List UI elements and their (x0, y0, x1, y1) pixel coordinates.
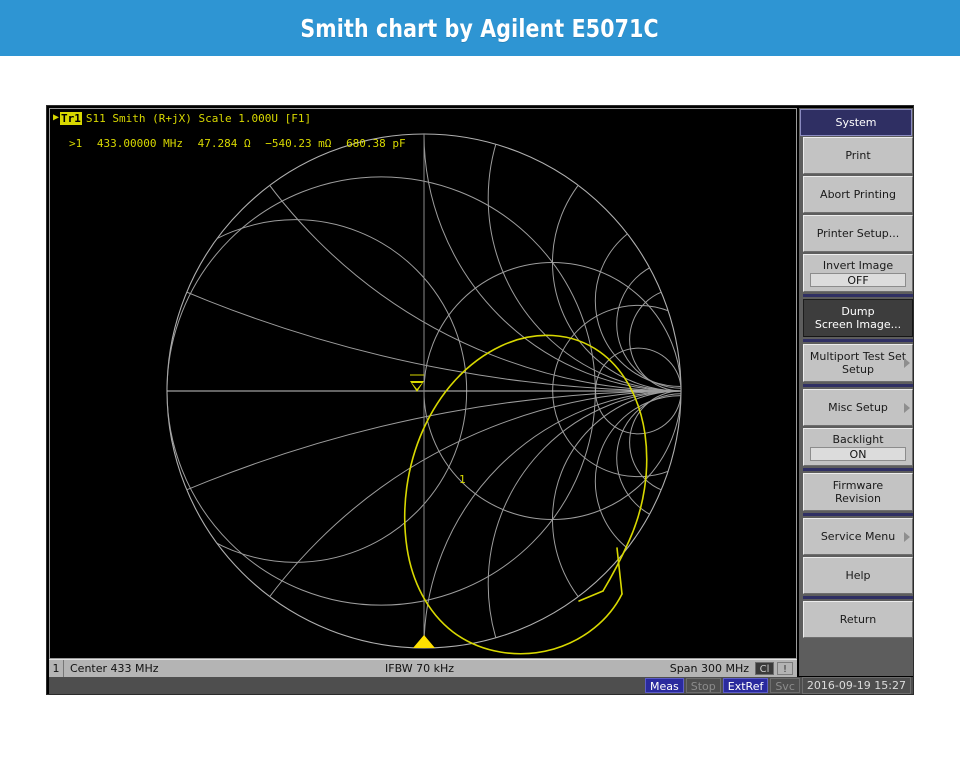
reactance-arc-p0p2 (49, 108, 797, 391)
reactance-arc-n0p5 (167, 391, 797, 659)
channel-ifbw[interactable]: IFBW 70 kHz (385, 662, 454, 675)
reactance-arc-n1 (424, 391, 797, 659)
softkey-label-line2: Setup (839, 363, 877, 376)
warning-flag: ! (777, 662, 793, 675)
softkey-firmware[interactable]: FirmwareRevision (803, 473, 913, 511)
softkey-separator (803, 294, 913, 297)
softkey-menu-title: System (800, 109, 912, 136)
status-extref: ExtRef (723, 678, 769, 693)
softkey-separator (803, 339, 913, 342)
softkey-service-menu[interactable]: Service Menu (803, 518, 913, 555)
softkey-label: Abort Printing (817, 188, 899, 201)
softkey-separator (803, 596, 913, 599)
page-banner: Smith chart by Agilent E5071C (0, 0, 960, 56)
softkey-label: Return (837, 613, 880, 626)
softkey-label: Invert Image (820, 259, 896, 272)
reactance-arc-p0p5 (167, 108, 797, 391)
softkey-label-line2: Screen Image... (812, 318, 904, 331)
channel-center-frequency[interactable]: Center 433 MHz (70, 662, 159, 675)
marker-1[interactable] (410, 375, 424, 392)
marker-readout-label: >1 (69, 137, 82, 150)
softkey-separator (803, 513, 913, 516)
softkey-help[interactable]: Help (803, 557, 913, 594)
softkey-backlight[interactable]: BacklightON (803, 428, 913, 466)
trace-title-line[interactable]: ▶ Tr1 S11 Smith (R+jX) Scale 1.000U [F1] (53, 111, 311, 125)
softkey-value[interactable]: OFF (810, 273, 906, 287)
chevron-right-icon (904, 532, 910, 542)
trace-description: S11 Smith (R+jX) Scale 1.000U [F1] (86, 112, 311, 125)
softkey-return[interactable]: Return (803, 601, 913, 638)
softkey-label: Multiport Test Set (807, 350, 909, 363)
softkey-label: Misc Setup (825, 401, 891, 414)
softkey-panel: System Print Abort Printing Printer Setup.… (799, 108, 913, 676)
correction-flag: Cl (755, 662, 774, 675)
softkey-dump[interactable]: DumpScreen Image... (803, 299, 913, 337)
status-stop[interactable]: Stop (686, 678, 721, 693)
softkey-multiport-test-set[interactable]: Multiport Test SetSetup (803, 344, 913, 382)
softkey-list: Print Abort Printing Printer Setup... Inver… (803, 137, 913, 640)
softkey-separator (803, 384, 913, 387)
softkey-misc-setup[interactable]: Misc Setup (803, 389, 913, 426)
channel-number: 1 (49, 660, 64, 677)
marker-1-label: 1 (459, 473, 466, 486)
trace-badge[interactable]: Tr1 (60, 112, 82, 125)
channel-status-bar: 1 Center 433 MHz IFBW 70 kHz Span 300 MH… (49, 659, 797, 677)
system-clock[interactable]: 2016-09-19 15:27 (802, 677, 911, 694)
stimulus-marker-triangle (413, 635, 435, 648)
marker-readout-reactance: −540.23 mΩ (265, 137, 331, 150)
system-status-bar: Meas Stop ExtRef Svc 2016-09-19 15:27 (49, 677, 913, 694)
softkey-label: Firmware (830, 479, 886, 492)
marker-readout-resistance: 47.284 Ω (198, 137, 251, 150)
vna-screen: 1 ▶ Tr1 S11 Smith (R+jX) Scale 1.000U [F… (46, 105, 914, 695)
reactance-arc-n4 (617, 394, 746, 523)
softkey-label: Dump (838, 305, 877, 318)
chevron-right-icon (904, 358, 910, 368)
softkey-label: Service Menu (818, 530, 898, 543)
softkey-label-line2: Revision (832, 492, 884, 505)
status-svc: Svc (770, 678, 800, 693)
s11-trace-end-b (579, 591, 603, 601)
softkey-print[interactable]: Print (803, 137, 913, 174)
channel-span[interactable]: Span 300 MHz (670, 662, 749, 675)
softkey-label: Print (842, 149, 873, 162)
active-trace-arrow-icon: ▶ (53, 113, 59, 123)
graph-area[interactable]: 1 ▶ Tr1 S11 Smith (R+jX) Scale 1.000U [F… (49, 108, 797, 659)
status-meas[interactable]: Meas (645, 678, 684, 693)
softkey-label: Help (842, 569, 873, 582)
softkey-printer-setup[interactable]: Printer Setup... (803, 215, 913, 252)
softkey-abort-printing[interactable]: Abort Printing (803, 176, 913, 213)
s11-trace (405, 335, 647, 653)
chevron-right-icon (904, 403, 910, 413)
marker-readout-capacitance: 680.38 pF (346, 137, 406, 150)
softkey-label: Printer Setup... (814, 227, 903, 240)
page-title: Smith chart by Agilent E5071C (301, 14, 659, 43)
reactance-arc-p4 (617, 260, 746, 389)
smith-chart-plot (49, 108, 797, 659)
softkey-invert-image[interactable]: Invert ImageOFF (803, 254, 913, 292)
softkey-value[interactable]: ON (810, 447, 906, 461)
marker-readout-frequency: 433.00000 MHz (97, 137, 183, 150)
marker-readout: >1 433.00000 MHz 47.284 Ω −540.23 mΩ 680… (69, 137, 414, 150)
reactance-arc-p1 (424, 108, 797, 391)
softkey-separator (803, 468, 913, 471)
softkey-label: Backlight (829, 433, 886, 446)
